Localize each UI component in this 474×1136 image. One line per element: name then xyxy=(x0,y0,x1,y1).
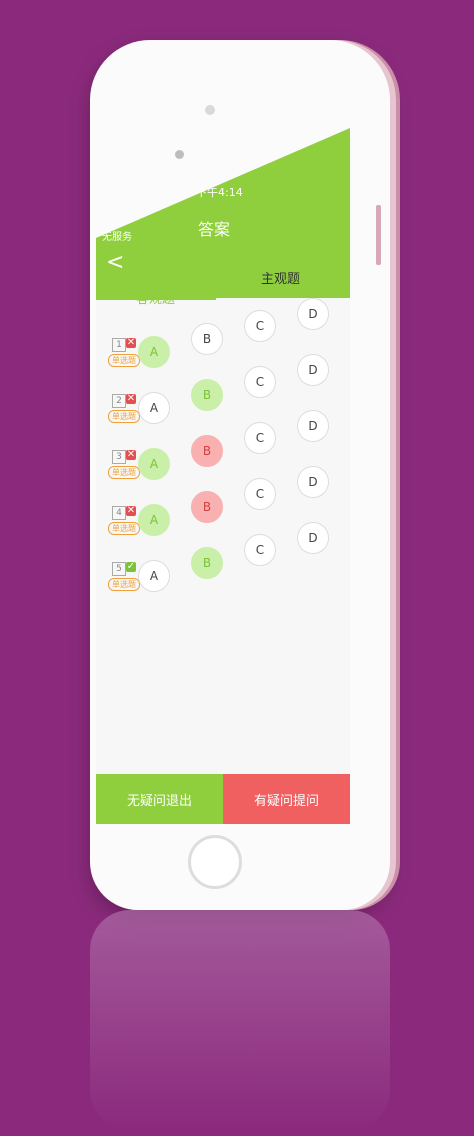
option-a[interactable]: A xyxy=(138,448,170,480)
option-c[interactable]: C xyxy=(244,534,276,566)
wrong-icon: ✕ xyxy=(126,337,136,348)
footer-bar: 无疑问退出 有疑问提问 xyxy=(96,774,350,824)
option-d[interactable]: D xyxy=(297,354,329,386)
exit-button[interactable]: 无疑问退出 xyxy=(96,774,223,824)
home-button[interactable] xyxy=(188,835,242,889)
option-d[interactable]: D xyxy=(297,298,329,330)
phone-reflection xyxy=(90,910,390,1130)
question-type: 单选题 xyxy=(108,578,140,591)
question-number: 4 xyxy=(112,506,126,520)
question-number: 2 xyxy=(112,394,126,408)
option-b[interactable]: B xyxy=(191,547,223,579)
option-d[interactable]: D xyxy=(297,522,329,554)
back-button[interactable]: < xyxy=(106,250,124,275)
option-c[interactable]: C xyxy=(244,422,276,454)
question-row: 5 ✓ 单选题 A B C D xyxy=(96,522,350,608)
option-b[interactable]: B xyxy=(191,491,223,523)
page-title: 答案 xyxy=(198,220,231,239)
tab-subjective[interactable]: 主观题 xyxy=(261,268,300,287)
option-d[interactable]: D xyxy=(297,466,329,498)
option-b[interactable]: B xyxy=(191,379,223,411)
speaker xyxy=(205,105,215,115)
question-number: 5 xyxy=(112,562,126,576)
option-c[interactable]: C xyxy=(244,310,276,342)
option-a[interactable]: A xyxy=(138,560,170,592)
option-a[interactable]: A xyxy=(138,336,170,368)
question-type: 单选题 xyxy=(108,466,140,479)
option-d[interactable]: D xyxy=(297,410,329,442)
tab-indicator xyxy=(96,298,216,300)
option-a[interactable]: A xyxy=(138,392,170,424)
question-number: 3 xyxy=(112,450,126,464)
option-c[interactable]: C xyxy=(244,478,276,510)
option-c[interactable]: C xyxy=(244,366,276,398)
check-icon: ✓ xyxy=(126,561,136,572)
wrong-icon: ✕ xyxy=(126,505,136,516)
wrong-icon: ✕ xyxy=(126,449,136,460)
question-number: 1 xyxy=(112,338,126,352)
question-type: 单选题 xyxy=(108,410,140,423)
option-b[interactable]: B xyxy=(191,435,223,467)
question-type: 单选题 xyxy=(108,522,140,535)
option-b[interactable]: B xyxy=(191,323,223,355)
front-camera xyxy=(175,150,184,159)
question-type: 单选题 xyxy=(108,354,140,367)
option-a[interactable]: A xyxy=(138,504,170,536)
wrong-icon: ✕ xyxy=(126,393,136,404)
ask-question-button[interactable]: 有疑问提问 xyxy=(223,774,350,824)
phone-screen: 下午4:14 无服务 答案 < 客观题 主观题 1 ✕ 单选题 A B C D … xyxy=(96,128,350,824)
volume-button xyxy=(376,205,381,265)
